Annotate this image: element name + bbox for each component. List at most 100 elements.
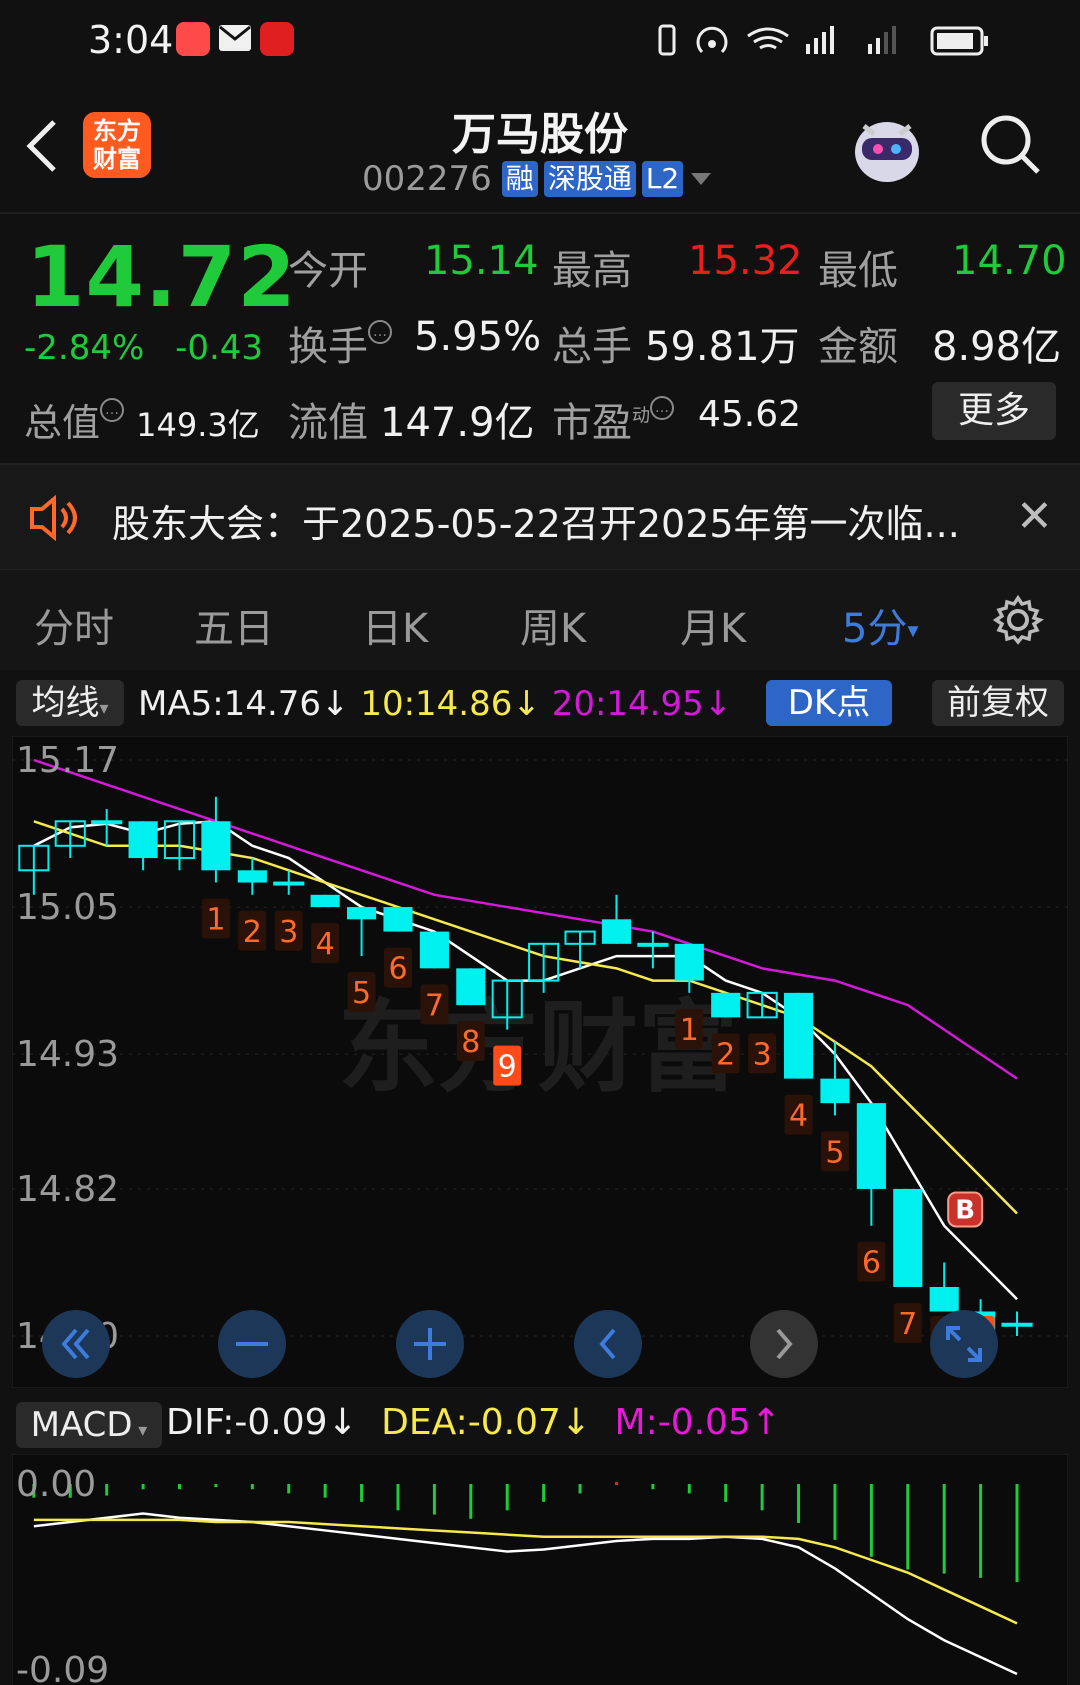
candle-body xyxy=(674,943,704,981)
close-icon[interactable]: ✕ xyxy=(1016,495,1053,539)
td-count-label: 6 xyxy=(862,1246,881,1281)
info-icon[interactable]: … xyxy=(368,320,392,344)
system-status-icons xyxy=(656,20,996,64)
zoom-out-button[interactable] xyxy=(218,1310,286,1378)
tab-5min[interactable]: 5分▾ xyxy=(842,596,919,654)
stock-app-icon xyxy=(260,22,294,56)
stock-subtitle[interactable]: 002276 融 深股通 L2 xyxy=(362,158,713,200)
macd-chart[interactable]: 0.00 -0.09 xyxy=(12,1454,1068,1685)
tab-daily-k[interactable]: 日K xyxy=(362,596,428,654)
macd-control-bar: MACD ▾ DIF:-0.09↓ DEA:-0.07↓ M:-0.05↑ xyxy=(0,1394,1080,1454)
td-count-label: 1 xyxy=(680,1013,699,1048)
ma20-value: 20:14.95↓ xyxy=(551,684,733,724)
period-tabs: 分时 五日 日K 周K 月K 5分▾ xyxy=(0,570,1080,670)
stock-header: 东方 财富 万马股份 002276 融 深股通 L2 xyxy=(0,80,1080,214)
macd-indicator-select[interactable]: MACD ▾ xyxy=(16,1402,162,1448)
turnover-value: 5.95% xyxy=(414,314,542,360)
candle-body xyxy=(310,894,340,908)
search-icon xyxy=(981,115,1040,174)
speaker-icon xyxy=(30,495,77,541)
y-axis-label: 15.05 xyxy=(16,887,119,928)
dropdown-triangle-icon: ▾ xyxy=(99,698,109,719)
candle-body xyxy=(637,942,669,947)
tab-five-day[interactable]: 五日 xyxy=(194,596,274,654)
chevron-left-icon xyxy=(599,1328,616,1360)
chevron-right-icon xyxy=(776,1328,793,1360)
minus-icon xyxy=(236,1342,268,1346)
change-amount: -0.43 xyxy=(175,328,264,368)
price-change: -2.84% -0.43 xyxy=(24,328,263,368)
dropdown-triangle-icon: ▾ xyxy=(907,618,919,644)
assistant-robot-avatar[interactable] xyxy=(848,108,926,188)
dea-value: DEA:-0.07↓ xyxy=(381,1402,592,1443)
candle-body xyxy=(419,931,449,969)
td-count-label: 6 xyxy=(388,952,407,987)
total-value: 149.3亿 xyxy=(136,406,260,444)
volume-value: 59.81万 xyxy=(645,324,800,370)
td-count-label: 7 xyxy=(898,1307,917,1342)
zoom-in-button[interactable] xyxy=(396,1310,464,1378)
low-value: 14.70 xyxy=(952,238,1067,284)
y-axis-label: 14.93 xyxy=(16,1034,119,1075)
ma5-value: MA5:14.76↓ xyxy=(138,684,350,724)
amount-value: 8.98亿 xyxy=(932,324,1062,370)
dk-point-button[interactable]: DK点 xyxy=(766,680,892,726)
fullscreen-button[interactable] xyxy=(930,1310,998,1378)
candle-body xyxy=(893,1188,923,1287)
td-count-label: 4 xyxy=(316,927,335,962)
double-chevron-left-icon xyxy=(61,1328,90,1360)
total-market-value: 总值… 149.3亿 xyxy=(24,392,260,447)
candle-body xyxy=(820,1078,850,1104)
announcement-banner[interactable]: 股东大会：于2025-05-22召开2025年第一次临... ✕ xyxy=(0,463,1080,571)
tab-intraday[interactable]: 分时 xyxy=(34,596,114,654)
macd-y-axis-label: 0.00 xyxy=(16,1464,96,1505)
forward-adjust-button[interactable]: 前复权 xyxy=(932,680,1064,726)
tab-weekly-k[interactable]: 周K xyxy=(520,596,586,654)
td-count-label: 8 xyxy=(461,1025,480,1060)
float-value: 147.9亿 xyxy=(380,400,535,446)
total-value-label: 总值 xyxy=(24,401,101,445)
huawei-app-icon xyxy=(176,22,210,56)
indicator-select[interactable]: 均线▾ xyxy=(16,680,124,726)
td-count-label: 3 xyxy=(279,915,298,950)
scroll-left-button[interactable] xyxy=(574,1310,642,1378)
status-clock: 3:04 xyxy=(88,18,174,62)
candle-body xyxy=(1001,1322,1033,1327)
dif-value: DIF:-0.09↓ xyxy=(166,1402,358,1443)
candlestick-chart[interactable]: 东方财富 123456789123456789B 15.1715.0514.93… xyxy=(12,736,1068,1388)
macd-legend: DIF:-0.09↓ DEA:-0.07↓ M:-0.05↑ xyxy=(166,1402,781,1443)
pe-label: 市盈动… xyxy=(552,390,674,448)
candle-body xyxy=(783,992,814,1079)
announcement-text: 股东大会：于2025-05-22召开2025年第一次临... xyxy=(112,502,960,546)
current-price: 14.72 xyxy=(26,228,297,326)
td-count-label: 1 xyxy=(206,903,225,938)
td-count-label: 2 xyxy=(716,1037,735,1072)
candle-body xyxy=(711,992,741,1018)
search-button[interactable] xyxy=(978,112,1044,182)
level2-tag: L2 xyxy=(641,161,684,197)
ma10-value: 10:14.86↓ xyxy=(360,684,541,724)
info-icon[interactable]: … xyxy=(650,396,674,420)
change-percent: -2.84% xyxy=(24,328,145,368)
macd-m-value: M:-0.05↑ xyxy=(614,1402,782,1443)
settings-gear-icon[interactable] xyxy=(992,594,1044,646)
high-label: 最高 xyxy=(552,248,632,294)
y-axis-label: 15.17 xyxy=(16,740,119,781)
candle-body xyxy=(929,1286,959,1312)
ma-legend: MA5:14.76↓ 10:14.86↓ 20:14.95↓ xyxy=(138,684,732,724)
pe-value: 45.62 xyxy=(698,394,802,435)
candle-body xyxy=(128,821,158,859)
expand-icon xyxy=(946,1326,982,1362)
amount-label: 金额 xyxy=(818,324,898,370)
candle-body xyxy=(91,820,123,825)
td-count-label: 9 xyxy=(498,1050,517,1085)
scroll-right-button[interactable] xyxy=(750,1310,818,1378)
tab-monthly-k[interactable]: 月K xyxy=(680,596,746,654)
info-icon[interactable]: … xyxy=(100,398,125,422)
stock-code: 002276 xyxy=(362,159,492,199)
more-button[interactable]: 更多 xyxy=(932,382,1056,440)
candle-body xyxy=(383,907,413,932)
td-count-label: 5 xyxy=(825,1135,844,1170)
buy-marker-label: B xyxy=(955,1195,975,1225)
scroll-to-start-button[interactable] xyxy=(42,1310,110,1378)
